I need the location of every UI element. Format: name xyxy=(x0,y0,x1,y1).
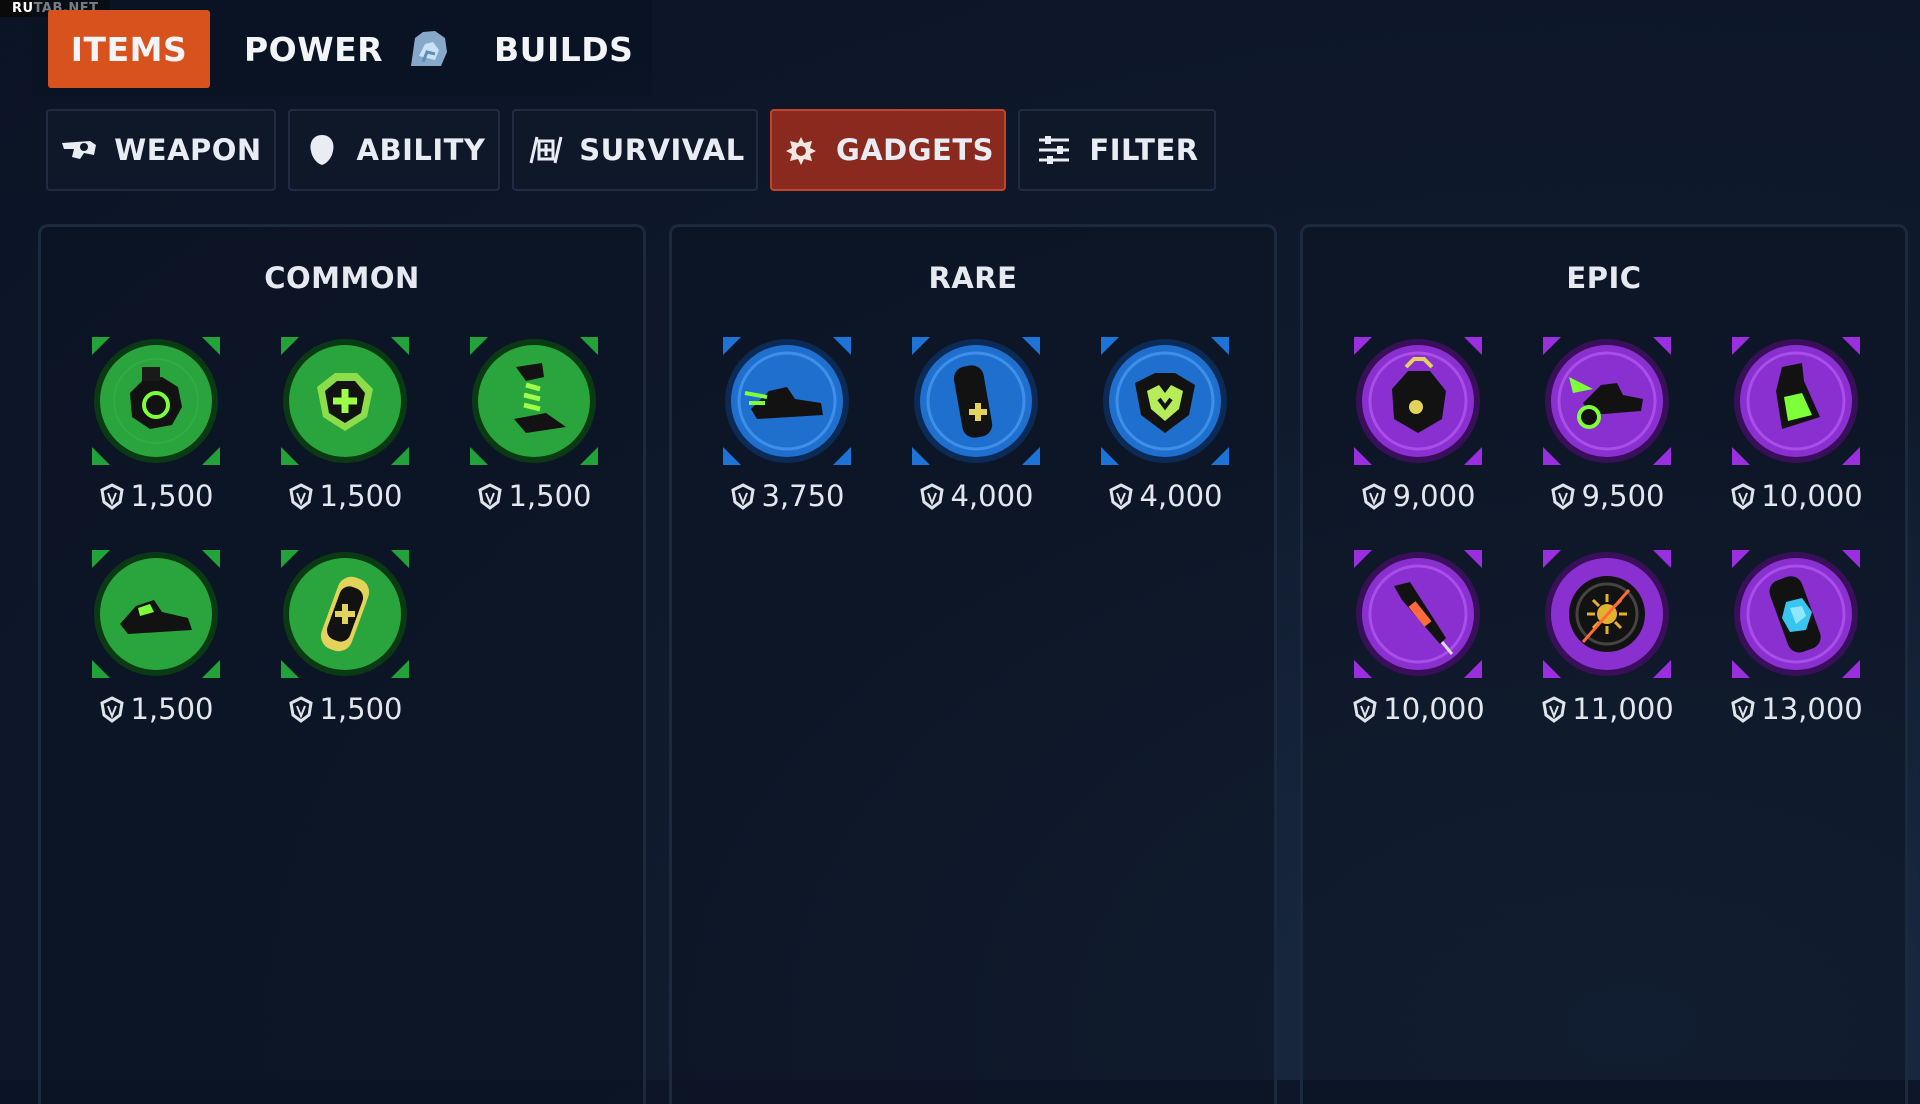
souls-gem-icon xyxy=(289,696,314,723)
souls-gem-icon xyxy=(100,483,125,510)
panel-common: COMMON 1,500 1,500 1,500 1,500 1,500 xyxy=(38,224,646,1104)
speed-sneaker-gadget-icon xyxy=(723,337,851,465)
price-value: 1,500 xyxy=(319,692,403,726)
tab-weapon[interactable]: WEAPON xyxy=(46,109,276,191)
tab-items-label: ITEMS xyxy=(70,29,188,69)
gadget-card[interactable]: 1,500 xyxy=(464,337,604,527)
gadget-card[interactable]: 13,000 xyxy=(1726,550,1866,740)
survival-icon xyxy=(529,136,563,164)
tab-gadgets[interactable]: GADGETS xyxy=(770,109,1006,191)
souls-gem-icon xyxy=(1362,483,1387,510)
price-value: 13,000 xyxy=(1761,692,1863,726)
tab-weapon-label: WEAPON xyxy=(114,133,262,167)
gadget-card[interactable]: 1,500 xyxy=(86,337,226,527)
gadget-card[interactable]: 9,000 xyxy=(1348,337,1488,527)
price: 11,000 xyxy=(1537,692,1677,726)
panel-title-common: COMMON xyxy=(264,261,420,295)
tab-filter[interactable]: FILTER xyxy=(1018,109,1216,191)
price-value: 10,000 xyxy=(1383,692,1485,726)
gadgets-icon xyxy=(785,137,816,165)
panel-rare: RARE 3,750 4,000 4,000 xyxy=(669,224,1277,1104)
gadget-card[interactable]: 4,000 xyxy=(1095,337,1235,527)
souls-gem-icon xyxy=(1109,483,1134,510)
price: 1,500 xyxy=(464,479,604,513)
price-value: 11,000 xyxy=(1572,692,1674,726)
souls-gem-icon xyxy=(1542,696,1566,723)
tab-builds[interactable]: BUILDS xyxy=(494,10,633,88)
price: 3,750 xyxy=(717,479,857,513)
weapon-icon xyxy=(62,141,97,159)
price: 4,000 xyxy=(1095,479,1235,513)
tab-power-label: POWER xyxy=(244,29,384,69)
price: 10,000 xyxy=(1348,692,1488,726)
souls-gem-icon xyxy=(1731,483,1755,510)
tab-gadgets-label: GADGETS xyxy=(835,133,995,167)
price: 1,500 xyxy=(86,479,226,513)
tab-ability-label: ABILITY xyxy=(356,133,486,167)
tab-power[interactable]: POWER xyxy=(244,10,451,88)
panel-epic: EPIC 9,000 9,500 10,000 10,000 11,000 13… xyxy=(1300,224,1908,1104)
price: 9,500 xyxy=(1537,479,1677,513)
gadget-card[interactable]: 11,000 xyxy=(1537,550,1677,740)
sun-disc-gadget-icon xyxy=(1543,550,1671,678)
shield-plus-gadget-icon xyxy=(281,337,409,465)
price-value: 4,000 xyxy=(950,479,1034,513)
souls-gem-icon xyxy=(289,483,314,510)
souls-gem-icon xyxy=(100,696,125,723)
price-value: 9,000 xyxy=(1392,479,1476,513)
price-value: 1,500 xyxy=(130,479,214,513)
tab-builds-label: BUILDS xyxy=(494,29,634,69)
shield-heart-gadget-icon xyxy=(1101,337,1229,465)
gadget-card[interactable]: 4,000 xyxy=(906,337,1046,527)
canister-plus-gadget-icon xyxy=(912,337,1040,465)
tab-survival-label: SURVIVAL xyxy=(579,133,745,167)
price: 1,500 xyxy=(86,692,226,726)
panel-title-rare: RARE xyxy=(928,261,1018,295)
top-nav: ITEMS POWER BUILDS xyxy=(32,0,652,96)
price-value: 1,500 xyxy=(130,692,214,726)
winged-sneaker-gadget-icon xyxy=(1543,337,1671,465)
bomb-gadget-icon xyxy=(92,337,220,465)
filter-sliders-icon xyxy=(1039,136,1070,164)
souls-gem-icon xyxy=(478,483,503,510)
syringe-gadget-icon xyxy=(1354,550,1482,678)
tab-ability[interactable]: ABILITY xyxy=(288,109,500,191)
bomb-bag-gadget-icon xyxy=(1354,337,1482,465)
crystal-canister-gadget-icon xyxy=(1732,550,1860,678)
sneaker-gadget-icon xyxy=(92,550,220,678)
price: 10,000 xyxy=(1726,479,1866,513)
price-value: 3,750 xyxy=(761,479,845,513)
tab-items[interactable]: ITEMS xyxy=(48,10,210,88)
flask-gadget-icon xyxy=(1732,337,1860,465)
souls-gem-icon xyxy=(920,483,945,510)
price: 4,000 xyxy=(906,479,1046,513)
price: 1,500 xyxy=(275,692,415,726)
health-canister-gadget-icon xyxy=(281,550,409,678)
tab-filter-label: FILTER xyxy=(1089,133,1199,167)
price-value: 10,000 xyxy=(1761,479,1863,513)
gadget-card[interactable]: 1,500 xyxy=(275,337,415,527)
spring-boot-gadget-icon xyxy=(470,337,598,465)
gadget-card[interactable]: 9,500 xyxy=(1537,337,1677,527)
price-value: 4,000 xyxy=(1139,479,1223,513)
ability-icon xyxy=(310,135,334,165)
souls-gem-icon xyxy=(1353,696,1377,723)
price: 9,000 xyxy=(1348,479,1488,513)
gadget-card[interactable]: 10,000 xyxy=(1348,550,1488,740)
gadget-card[interactable]: 1,500 xyxy=(275,550,415,740)
price-value: 1,500 xyxy=(319,479,403,513)
price-value: 9,500 xyxy=(1581,479,1665,513)
souls-gem-icon xyxy=(731,483,756,510)
gadget-card[interactable]: 10,000 xyxy=(1726,337,1866,527)
panel-title-epic: EPIC xyxy=(1566,261,1642,295)
tab-survival[interactable]: SURVIVAL xyxy=(512,109,758,191)
power-emblem-icon xyxy=(411,31,448,66)
price-value: 1,500 xyxy=(508,479,592,513)
gadget-card[interactable]: 1,500 xyxy=(86,550,226,740)
souls-gem-icon xyxy=(1731,696,1755,723)
souls-gem-icon xyxy=(1551,483,1576,510)
price: 1,500 xyxy=(275,479,415,513)
gadget-card[interactable]: 3,750 xyxy=(717,337,857,527)
price: 13,000 xyxy=(1726,692,1866,726)
